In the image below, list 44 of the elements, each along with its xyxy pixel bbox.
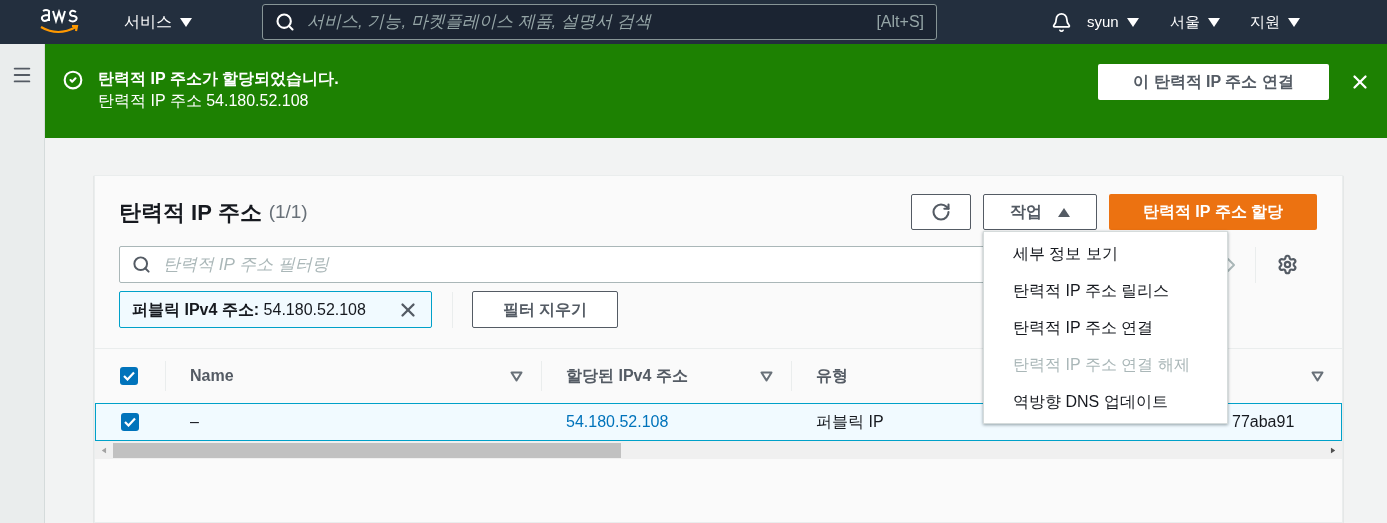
caret-icon (1207, 17, 1220, 27)
menu-item[interactable]: 탄력적 IP 주소 연결 (984, 309, 1227, 346)
success-icon (63, 70, 83, 90)
checkbox[interactable] (121, 413, 139, 431)
bell-icon[interactable] (1051, 11, 1072, 33)
token-label: 퍼블릭 IPv4 주소: 54.180.52.108 (132, 299, 366, 320)
keyboard-shortcut: [Alt+S] (876, 12, 924, 32)
sort-icon[interactable] (1311, 370, 1324, 382)
horizontal-scrollbar[interactable] (95, 441, 1342, 459)
column-header[interactable]: Name (190, 364, 234, 388)
item-count: (1/1) (268, 199, 308, 224)
banner-message: 탄력적 IP 주소 54.180.52.108 (98, 91, 310, 111)
settings-icon[interactable] (1277, 254, 1298, 275)
actions-button[interactable]: 작업 (983, 194, 1097, 230)
checkbox[interactable] (120, 367, 138, 385)
ip-link[interactable]: 54.180.52.108 (566, 413, 669, 430)
panel-title: 탄력적 IP 주소 (119, 198, 262, 227)
scrollbar-thumb[interactable] (113, 442, 621, 458)
region-menu[interactable]: 서울 (1169, 10, 1220, 34)
search-icon (275, 12, 295, 32)
column-header[interactable]: 할당된 IPv4 주소 (566, 364, 688, 388)
scroll-left-icon (101, 447, 107, 453)
sort-icon[interactable] (760, 370, 773, 382)
refresh-icon (931, 202, 951, 222)
support-menu[interactable]: 지원 (1249, 10, 1300, 34)
caret-icon (1287, 17, 1300, 27)
sort-icon[interactable] (510, 370, 523, 382)
caret-icon (180, 17, 192, 27)
caret-icon (1126, 17, 1139, 27)
user-menu[interactable]: syun (1087, 10, 1139, 34)
banner-title: 탄력적 IP 주소가 할당되었습니다. (98, 69, 339, 89)
associate-button[interactable]: 이 탄력적 IP 주소 연결 (1098, 64, 1329, 100)
search-input[interactable]: 서비스, 기능, 마켓플레이스 제품, 설명서 검색 (307, 9, 865, 35)
column-header[interactable]: 유형 (816, 364, 848, 388)
table-cell: 77aba91 (1232, 413, 1295, 430)
table-cell: – (190, 413, 199, 430)
refresh-button[interactable] (911, 194, 971, 230)
services-menu[interactable]: 서비스 (124, 10, 192, 34)
scroll-right-icon (1330, 447, 1336, 453)
clear-filter-button[interactable]: 필터 지우기 (472, 291, 618, 328)
caret-icon (1058, 207, 1070, 217)
table-cell: 퍼블릭 IP (816, 413, 884, 430)
search-icon (132, 255, 151, 274)
search-field[interactable]: 서비스, 기능, 마켓플레이스 제품, 설명서 검색 [Alt+S] (262, 4, 937, 40)
